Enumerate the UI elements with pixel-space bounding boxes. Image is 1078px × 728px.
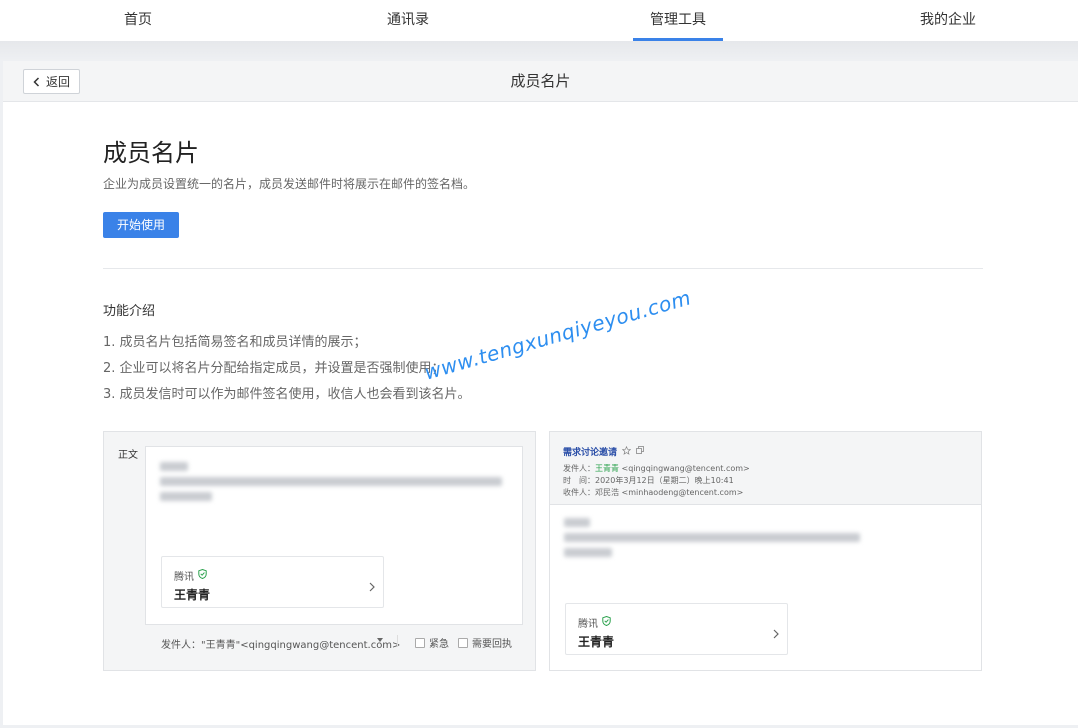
- copy-icon: [636, 446, 644, 457]
- mail-time: 时 间：2020年3月12日（星期二）晚上10:41: [563, 475, 734, 486]
- watermark-text: www.tengxunqiyeyou.com: [421, 285, 694, 385]
- signature-card: 腾讯 王青青: [565, 603, 788, 655]
- compose-footer: 发件人："王青青"<qingqingwang@tencent.com> 紧急 需…: [145, 626, 523, 656]
- urgent-label: 紧急: [429, 639, 449, 650]
- urgent-checkbox: 紧急: [415, 635, 449, 650]
- features-title: 功能介绍: [103, 304, 156, 319]
- card-header: 成员名片 返回: [3, 61, 1078, 102]
- section-title: 成员名片: [103, 139, 199, 167]
- read-preview-image: 需求讨论邀请 发件人：王青青 <qingqingwang@tencent.com…: [549, 431, 982, 671]
- from-name: 王青青: [595, 464, 619, 473]
- signature-name: 王青青: [174, 588, 211, 602]
- tab-home[interactable]: 首页: [108, 0, 168, 41]
- mail-subject-text: 需求讨论邀请: [563, 448, 618, 458]
- tab-admin-tools[interactable]: 管理工具: [633, 0, 723, 41]
- section-description: 企业为成员设置统一的名片，成员发送邮件时将展示在邮件的签名档。: [103, 177, 476, 191]
- content-card: 成员名片 返回 成员名片 企业为成员设置统一的名片，成员发送邮件时将展示在邮件的…: [3, 61, 1078, 725]
- feature-item: 3. 成员发信时可以作为邮件签名使用，收信人也会看到该名片。: [103, 387, 471, 402]
- checkbox-icon: [415, 637, 425, 648]
- star-icon: [621, 445, 632, 458]
- to-value: 邓民浩 <minhaodeng@tencent.com>: [595, 488, 744, 497]
- time-value: 2020年3月12日（星期二）晚上10:41: [595, 476, 734, 485]
- chevron-left-icon: [33, 76, 40, 87]
- receipt-checkbox: 需要回执: [458, 635, 512, 650]
- blurred-text: [160, 492, 212, 501]
- nav-shadow: [0, 41, 1078, 61]
- mail-from: 发件人：王青青 <qingqingwang@tencent.com>: [563, 463, 750, 474]
- time-label: 时 间：: [563, 476, 595, 485]
- page-title: 成员名片: [510, 72, 571, 90]
- tab-contacts[interactable]: 通讯录: [378, 0, 438, 41]
- verified-shield-icon: [198, 568, 207, 582]
- blurred-text: [564, 518, 590, 527]
- sender-select: 发件人："王青青"<qingqingwang@tencent.com>: [161, 640, 401, 651]
- compose-body-label: 正文: [118, 450, 138, 461]
- start-using-button[interactable]: 开始使用: [103, 212, 179, 238]
- mail-subject: 需求讨论邀请: [563, 445, 644, 458]
- back-button[interactable]: 返回: [23, 69, 80, 94]
- mail-header: 需求讨论邀请 发件人：王青青 <qingqingwang@tencent.com…: [550, 432, 981, 505]
- tab-my-company[interactable]: 我的企业: [908, 0, 988, 41]
- chevron-right-icon: [369, 577, 375, 596]
- signature-company: 腾讯: [578, 615, 611, 630]
- chevron-right-icon: [773, 624, 779, 643]
- compose-preview-image: 正文 腾讯 王青青 发件人："王青青"<qingqingwang@tencent…: [103, 431, 536, 671]
- blurred-text: [564, 548, 612, 557]
- blurred-text: [160, 477, 502, 486]
- feature-item: 2. 企业可以将名片分配给指定成员，并设置是否强制使用；: [103, 361, 445, 376]
- from-label: 发件人：: [563, 464, 595, 473]
- from-email: <qingqingwang@tencent.com>: [621, 464, 750, 473]
- mail-to: 收件人：邓民浩 <minhaodeng@tencent.com>: [563, 487, 743, 498]
- verified-shield-icon: [602, 615, 611, 629]
- top-nav: 首页 通讯录 管理工具 我的企业: [0, 0, 1078, 41]
- back-button-label: 返回: [45, 75, 70, 89]
- blurred-text: [160, 462, 188, 471]
- signature-company-label: 腾讯: [578, 619, 598, 630]
- to-label: 收件人：: [563, 488, 595, 497]
- receipt-label: 需要回执: [472, 639, 512, 650]
- signature-name: 王青青: [578, 635, 615, 649]
- signature-card: 腾讯 王青青: [161, 556, 384, 608]
- blurred-text: [564, 533, 860, 542]
- compose-body: 腾讯 王青青: [145, 446, 523, 625]
- signature-company-label: 腾讯: [174, 572, 194, 583]
- divider: [103, 268, 983, 269]
- caret-down-icon: [377, 638, 383, 642]
- divider: [397, 635, 398, 647]
- feature-item: 1. 成员名片包括简易签名和成员详情的展示；: [103, 335, 367, 350]
- signature-company: 腾讯: [174, 568, 207, 583]
- checkbox-icon: [458, 637, 468, 648]
